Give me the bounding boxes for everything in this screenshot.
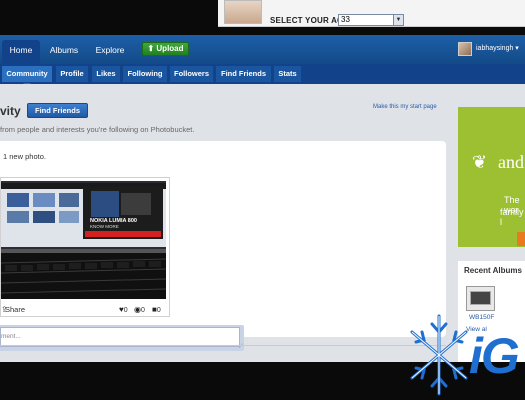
photo-overlay-tagline: KNOW MORE: [90, 224, 119, 229]
username-menu[interactable]: iabhaysingh ▾: [476, 44, 519, 52]
album-thumbnail[interactable]: [466, 286, 495, 311]
watermark-text: iG: [469, 328, 520, 384]
age-select[interactable]: 33 ▼: [338, 14, 404, 26]
comment-input[interactable]: ment...: [0, 327, 240, 347]
tab-stats[interactable]: Stats: [274, 66, 301, 82]
feed-summary: 1 new photo.: [3, 152, 46, 161]
ad-thumbnail: [224, 0, 262, 24]
ad-cta-button[interactable]: [517, 232, 525, 246]
age-value: 33: [341, 15, 350, 24]
like-count-value: 0: [123, 307, 128, 314]
upload-arrow-icon: ⬆: [147, 44, 155, 53]
upload-label: Upload: [156, 44, 184, 53]
view-count-value: 0: [140, 307, 145, 314]
share-link[interactable]: Share: [5, 305, 25, 314]
tab-profile[interactable]: Profile: [56, 66, 88, 82]
start-page-link[interactable]: Make this my start page: [373, 104, 437, 110]
tab-find-friends[interactable]: Find Friends: [216, 66, 271, 82]
avatar[interactable]: [458, 42, 472, 56]
tab-community[interactable]: Community: [2, 66, 52, 87]
feed-photo-card: NOKIA LUMIA 800 KNOW MORE ⇪ Share ♥0 ◉0 …: [0, 177, 170, 317]
feed-photo[interactable]: NOKIA LUMIA 800 KNOW MORE: [1, 181, 166, 299]
photo-image: [1, 181, 166, 299]
comment-count[interactable]: ■0: [152, 305, 161, 314]
album-thumbnail-image: [470, 291, 491, 305]
activity-feed-card: 1 new photo. NOKIA LUMIA 800 KNOW MORE ⇪…: [0, 141, 446, 337]
snowflake-logo-icon: [410, 314, 468, 396]
tab-following[interactable]: Following: [123, 66, 167, 82]
ad-line-2: family l: [500, 207, 524, 227]
nav-home[interactable]: Home: [2, 40, 40, 64]
chevron-down-icon: ▼: [393, 15, 403, 25]
nav-albums[interactable]: Albums: [44, 40, 84, 64]
view-count: ◉0: [134, 305, 145, 314]
watermark: iG: [404, 310, 525, 400]
ad-logo-icon: ❦: [472, 152, 488, 172]
comment-box: ment... ⟋: [0, 325, 244, 351]
recent-albums-title: Recent Albums: [464, 266, 522, 275]
nav-explore[interactable]: Explore: [88, 40, 132, 64]
upload-button[interactable]: ⬆ Upload: [142, 42, 189, 56]
page-subheading: from people and interests you're followi…: [0, 125, 195, 134]
eye-icon: ◉: [134, 305, 141, 314]
comment-count-value: 0: [156, 307, 161, 314]
main-nav: Home Albums Explore ⬆ Upload iabhaysingh…: [0, 35, 525, 64]
ad-brand: and: [498, 152, 524, 172]
feed-divider: [0, 345, 446, 346]
age-prompt-strip: SELECT YOUR AGE: 33 ▼: [218, 0, 525, 27]
tab-followers[interactable]: Followers: [170, 66, 213, 82]
tab-likes[interactable]: Likes: [92, 66, 120, 82]
find-friends-button[interactable]: Find Friends: [27, 103, 88, 118]
page-title: vity: [0, 104, 21, 118]
sub-nav: Community Profile Likes Following Follow…: [0, 64, 525, 87]
ad-banner[interactable]: ❦ and The wor family l: [458, 107, 525, 247]
like-count[interactable]: ♥0: [119, 305, 128, 314]
